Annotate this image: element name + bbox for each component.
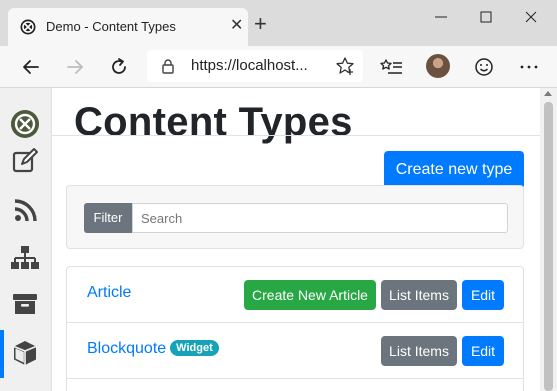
create-new-article-button[interactable]: Create New Article bbox=[244, 280, 376, 310]
feedback-smiley-icon[interactable] bbox=[471, 54, 497, 80]
content-type-link-row: Blockquote Widget bbox=[87, 340, 219, 358]
more-options-icon[interactable] bbox=[516, 54, 542, 80]
archive-icon[interactable] bbox=[10, 289, 40, 319]
title-divider bbox=[52, 135, 540, 136]
active-item-indicator bbox=[0, 330, 4, 378]
back-arrow-icon[interactable] bbox=[18, 54, 44, 80]
edit-icon[interactable] bbox=[10, 146, 40, 176]
scroll-thumb[interactable] bbox=[544, 102, 553, 391]
forward-arrow-icon[interactable] bbox=[62, 54, 88, 80]
rss-icon[interactable] bbox=[10, 196, 40, 226]
list-item: Blockquote Widget List Items Edit bbox=[67, 323, 523, 379]
vertical-scrollbar[interactable] bbox=[540, 88, 557, 391]
search-input[interactable] bbox=[132, 203, 508, 233]
cube-icon[interactable] bbox=[10, 338, 40, 368]
minimize-window-icon[interactable] bbox=[431, 4, 451, 30]
address-bar[interactable]: https://localhost... bbox=[147, 50, 363, 82]
filter-label: Filter bbox=[84, 203, 132, 233]
maximize-window-icon[interactable] bbox=[476, 4, 496, 30]
create-new-type-button[interactable]: Create new type bbox=[384, 151, 524, 189]
list-items-button[interactable]: List Items bbox=[381, 280, 457, 310]
close-window-icon[interactable] bbox=[521, 4, 541, 30]
favorite-star-icon[interactable] bbox=[335, 56, 355, 76]
close-tab-icon[interactable]: ✕ bbox=[230, 17, 243, 35]
filter-card: Filter bbox=[66, 185, 524, 249]
browser-tab[interactable]: Demo - Content Types ✕ bbox=[8, 8, 248, 46]
profile-avatar[interactable] bbox=[426, 54, 450, 78]
new-tab-button[interactable]: + bbox=[254, 13, 267, 35]
orchard-logo-icon[interactable] bbox=[10, 109, 40, 139]
edit-button[interactable]: Edit bbox=[462, 336, 504, 366]
sitemap-icon[interactable] bbox=[10, 243, 40, 273]
orchard-favicon-icon bbox=[20, 19, 36, 35]
admin-sidebar bbox=[0, 88, 52, 391]
refresh-icon[interactable] bbox=[106, 54, 132, 80]
page-viewport: Content Types Create new type Filter Art… bbox=[0, 88, 557, 391]
url-text[interactable]: https://localhost... bbox=[191, 57, 308, 74]
content-type-link[interactable]: Article bbox=[87, 284, 131, 302]
page-title: Content Types bbox=[74, 100, 353, 144]
browser-toolbar: https://localhost... bbox=[0, 46, 557, 88]
widget-badge: Widget bbox=[170, 340, 219, 356]
content-type-link[interactable]: Blockquote bbox=[87, 340, 166, 357]
content-type-list: Article Create New Article List Items Ed… bbox=[66, 266, 524, 391]
scroll-up-arrow-icon[interactable] bbox=[544, 91, 552, 96]
lock-icon[interactable] bbox=[159, 57, 177, 75]
edit-button[interactable]: Edit bbox=[462, 280, 504, 310]
list-items-button[interactable]: List Items bbox=[381, 336, 457, 366]
tab-title: Demo - Content Types bbox=[46, 19, 176, 34]
list-item: Article Create New Article List Items Ed… bbox=[67, 267, 523, 323]
favorites-list-icon[interactable] bbox=[379, 54, 405, 80]
browser-tab-strip: Demo - Content Types ✕ + bbox=[0, 0, 557, 46]
